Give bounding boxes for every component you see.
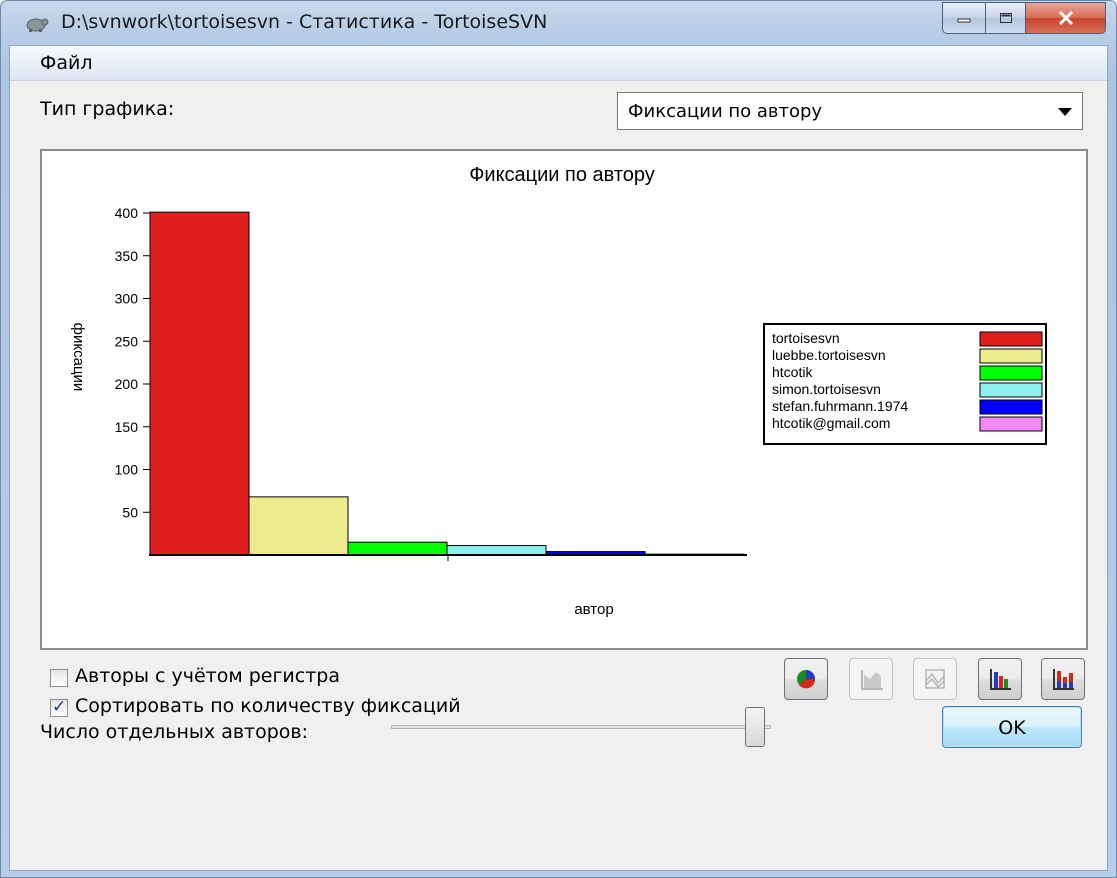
- window-title: D:\svnwork\tortoisesvn - Статистика - To…: [61, 11, 548, 33]
- y-tick-label: 300: [115, 291, 139, 307]
- tortoise-app-icon: [26, 18, 49, 32]
- menu-file[interactable]: Файл: [40, 52, 93, 74]
- bar-htcotik: [347, 541, 448, 556]
- stacked-chart-button[interactable]: [913, 658, 957, 700]
- close-button[interactable]: [1026, 2, 1106, 34]
- legend-swatch: [979, 348, 1043, 364]
- legend-swatch: [979, 382, 1043, 398]
- ok-button[interactable]: OK: [942, 706, 1082, 748]
- chevron-down-icon: [1058, 108, 1072, 116]
- area-chart-button[interactable]: [849, 658, 893, 700]
- stacked-bar-chart-button[interactable]: [1041, 658, 1085, 700]
- y-tick-label: 200: [115, 376, 139, 392]
- bars: [149, 211, 745, 556]
- maximize-button[interactable]: [986, 2, 1026, 34]
- legend-swatch: [979, 416, 1043, 432]
- legend-swatch: [979, 399, 1043, 415]
- minimize-icon: [957, 18, 971, 23]
- commits-by-author-chart: Фиксации по автору фиксации автор 50 100 1…: [70, 164, 1047, 618]
- legend-swatch: [979, 331, 1043, 347]
- graph-type-select[interactable]: Фиксации по автору: [617, 92, 1083, 130]
- y-axis-ticks: 50 100 150 200 250 300 350 400: [115, 205, 150, 520]
- pie-chart-button[interactable]: [784, 658, 828, 700]
- legend-label: simon.tortoisesvn: [772, 381, 881, 397]
- menu-bar: Файл: [10, 46, 1107, 81]
- maximize-icon: [999, 13, 1012, 23]
- legend-label: htcotik@gmail.com: [772, 415, 890, 431]
- y-tick-label: 400: [115, 205, 139, 221]
- bar-tortoisesvn: [149, 211, 250, 556]
- caption-buttons: [942, 2, 1106, 34]
- legend-swatch: [979, 365, 1043, 381]
- stacked-chart-icon: [925, 669, 945, 689]
- area-chart-icon: [861, 670, 883, 690]
- chart-area: Фиксации по автору фиксации автор 50 100 1…: [40, 149, 1088, 650]
- authors-count-slider-thumb[interactable]: [745, 707, 765, 747]
- statistics-window: D:\svnwork\tortoisesvn - Статистика - To…: [0, 0, 1117, 878]
- close-icon: [1058, 11, 1073, 25]
- legend-label: stefan.fuhrmann.1974: [772, 398, 908, 414]
- bar-simon-tortoisesvn: [446, 545, 547, 556]
- chart-legend: tortoisesvnluebbe.tortoisesvnhtcotiksimo…: [763, 323, 1047, 445]
- authors-count-slider-track[interactable]: [391, 725, 771, 729]
- y-tick-label: 250: [115, 333, 139, 349]
- minimize-button[interactable]: [942, 2, 986, 34]
- case-sensitive-label[interactable]: Авторы с учётом регистра: [75, 665, 340, 687]
- x-axis-label: автор: [574, 601, 613, 618]
- title-bar[interactable]: D:\svnwork\tortoisesvn - Статистика - To…: [1, 1, 1116, 45]
- legend-label: htcotik: [772, 364, 813, 380]
- bar-chart-button[interactable]: [978, 658, 1022, 700]
- legend-label: luebbe.tortoisesvn: [772, 347, 886, 363]
- case-sensitive-checkbox[interactable]: [50, 669, 68, 687]
- y-tick-label: 50: [122, 504, 138, 520]
- legend-label: tortoisesvn: [772, 330, 840, 346]
- bar-luebbe-tortoisesvn: [248, 496, 349, 556]
- y-tick-label: 350: [115, 248, 139, 264]
- graph-type-value: Фиксации по автору: [628, 101, 823, 122]
- graph-type-label: Тип графика:: [40, 98, 175, 120]
- y-axis-label: фиксации: [70, 323, 87, 392]
- pie-chart-icon: [797, 670, 816, 689]
- chart-title: Фиксации по автору: [469, 164, 655, 186]
- stacked-bar-chart-icon: [1053, 669, 1074, 690]
- y-tick-label: 150: [115, 419, 139, 435]
- checkmark-icon: ✓: [52, 697, 67, 717]
- bar-chart-icon: [990, 669, 1011, 690]
- sort-by-commits-checkbox[interactable]: ✓: [50, 697, 68, 717]
- authors-count-label: Число отдельных авторов:: [40, 721, 309, 743]
- ok-button-label: OK: [998, 717, 1026, 739]
- y-tick-label: 100: [115, 462, 139, 478]
- sort-by-commits-label[interactable]: Сортировать по количеству фиксаций: [75, 695, 461, 717]
